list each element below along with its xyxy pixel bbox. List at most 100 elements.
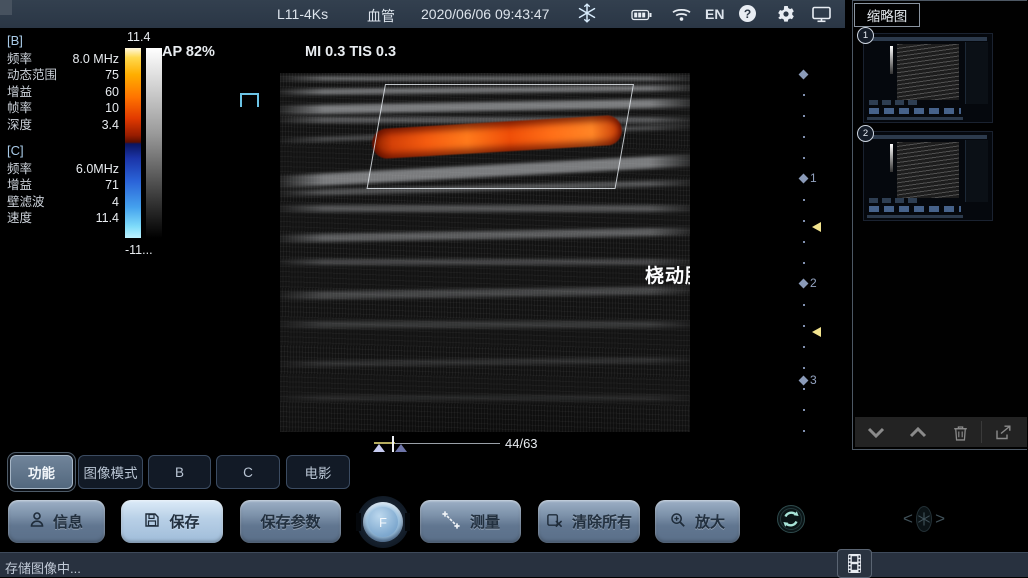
param-row: 深度3.4: [7, 117, 119, 133]
delete-trash-button[interactable]: [939, 417, 981, 447]
cine-start-handle[interactable]: [373, 444, 385, 452]
param-row: 动态范围75: [7, 67, 119, 83]
param-row: 增益 60: [7, 84, 119, 100]
depth-ruler-diamond: [799, 174, 809, 184]
wifi-icon: [672, 7, 691, 22]
mi-tis-indices: MI 0.3 TIS 0.3: [305, 44, 396, 60]
tab-function[interactable]: 功能: [10, 455, 73, 489]
param-label: 频率: [7, 51, 32, 67]
tissue-texture-band: [280, 227, 690, 243]
save-params-label: 保存参数: [260, 511, 320, 532]
language-toggle[interactable]: EN: [705, 6, 724, 22]
save-button-label: 保存: [169, 511, 199, 532]
thumbnail-panel: 缩略图 1 2: [852, 0, 1027, 450]
thumb-mini-image: [897, 142, 959, 198]
param-value: 10: [105, 100, 119, 116]
tab-b-mode[interactable]: B: [148, 455, 211, 489]
corner-chip: [0, 0, 12, 15]
thumbnail-index-badge: 1: [857, 27, 874, 44]
tissue-texture-band: [280, 76, 690, 81]
floppy-save-icon: [144, 512, 160, 532]
param-label: 频率: [7, 161, 32, 177]
export-share-button[interactable]: [982, 417, 1024, 447]
param-value: 60: [105, 84, 119, 100]
cine-film-button[interactable]: [837, 549, 872, 578]
thumb-mini-statusbar: [867, 215, 963, 218]
thumb-mini-tabs: [869, 100, 921, 105]
param-value: 75: [105, 67, 119, 83]
status-bar: 存储图像中...: [0, 552, 1028, 577]
zoom-button[interactable]: 放大: [655, 500, 740, 543]
param-value: 71: [105, 177, 119, 193]
clear-all-button[interactable]: 清除所有: [538, 500, 640, 543]
measure-button[interactable]: 测量: [420, 500, 521, 543]
tab-image-mode[interactable]: 图像模式: [78, 455, 143, 489]
tissue-texture-band: [280, 205, 690, 212]
b-mode-title: [B]: [7, 33, 119, 48]
datetime: 2020/06/06 09:43:47: [421, 6, 549, 22]
refresh-button[interactable]: [776, 504, 806, 534]
magnifier-plus-icon: [670, 512, 686, 532]
focus-marker: [812, 327, 821, 337]
param-label: 增益: [7, 177, 32, 193]
freeze-toggle-dimmed[interactable]: < >: [903, 506, 945, 532]
snowflake-dim-icon: [916, 506, 932, 532]
param-label: 壁滤波: [7, 194, 45, 210]
tissue-texture-band: [280, 286, 690, 300]
param-label: 帧率: [7, 100, 32, 116]
thumb-mini-topbar: [869, 37, 987, 41]
tissue-texture-band: [280, 395, 690, 401]
scroll-up-button[interactable]: [897, 417, 939, 447]
thumb-mini-topbar: [869, 135, 987, 139]
thumb-mini-sidepanel: [965, 42, 988, 104]
depth-ruler-diamond: [799, 279, 809, 289]
frame-counter: 44/63: [505, 436, 538, 451]
measure-button-label: 测量: [470, 511, 500, 532]
thumbnail-item-1[interactable]: 1: [863, 33, 993, 123]
doppler-color-bar: [125, 48, 141, 238]
param-row: 速度11.4: [7, 210, 119, 226]
cine-current-frame-marker[interactable]: [392, 436, 394, 452]
info-button[interactable]: 信息: [8, 500, 105, 543]
param-row: 帧率 10: [7, 100, 119, 116]
param-row: 频率6.0MHz: [7, 161, 119, 177]
settings-gear-icon[interactable]: [777, 5, 795, 23]
save-params-button[interactable]: 保存参数: [240, 500, 341, 543]
param-label: 增益: [7, 84, 32, 100]
probe-orientation-marker: [240, 93, 259, 107]
depth-ruler-diamond: [799, 376, 809, 386]
caliper-measure-icon: [441, 510, 461, 534]
annotation-text: 桡动脉血流: [645, 261, 690, 288]
scroll-down-button[interactable]: [855, 417, 897, 447]
person-icon: [30, 511, 44, 532]
save-button[interactable]: 保存: [121, 500, 223, 543]
left-angle-bracket: <: [903, 509, 913, 529]
param-value: 11.4: [96, 210, 119, 226]
help-icon[interactable]: ?: [739, 5, 756, 22]
cine-end-handle[interactable]: [395, 444, 407, 452]
tissue-texture-band: [280, 321, 690, 328]
tab-cine[interactable]: 电影: [286, 455, 350, 489]
thumbnail-panel-title: 缩略图: [867, 5, 908, 25]
top-status-bar: L11-4Ks 血管 2020/06/06 09:43:47 EN ?: [0, 0, 845, 28]
thumb-mini-sidepanel: [965, 140, 988, 202]
thumb-mini-tabs: [869, 198, 921, 203]
thumb-mini-graybar: [890, 46, 893, 74]
display-monitor-icon[interactable]: [812, 6, 831, 23]
velocity-scale-max: 11.4: [127, 30, 150, 44]
tab-c-mode[interactable]: C: [216, 455, 280, 489]
acoustic-power: AP 82%: [162, 44, 215, 60]
depth-ruler-label: 3: [810, 373, 817, 387]
exam-type: 血管: [367, 6, 395, 26]
thumbnail-item-2[interactable]: 2: [863, 131, 993, 221]
zoom-button-label: 放大: [695, 511, 725, 532]
freeze-icon[interactable]: [577, 3, 597, 23]
param-label: 深度: [7, 117, 32, 133]
knob-label: F: [379, 515, 387, 530]
clear-all-label: 清除所有: [572, 511, 632, 532]
param-row: 频率8.0 MHz: [7, 51, 119, 67]
thumb-mini-statusbar: [867, 117, 963, 120]
f-knob[interactable]: F: [357, 496, 409, 548]
thumbnail-panel-header: 缩略图: [854, 3, 920, 27]
thumb-mini-graybar: [890, 144, 893, 172]
